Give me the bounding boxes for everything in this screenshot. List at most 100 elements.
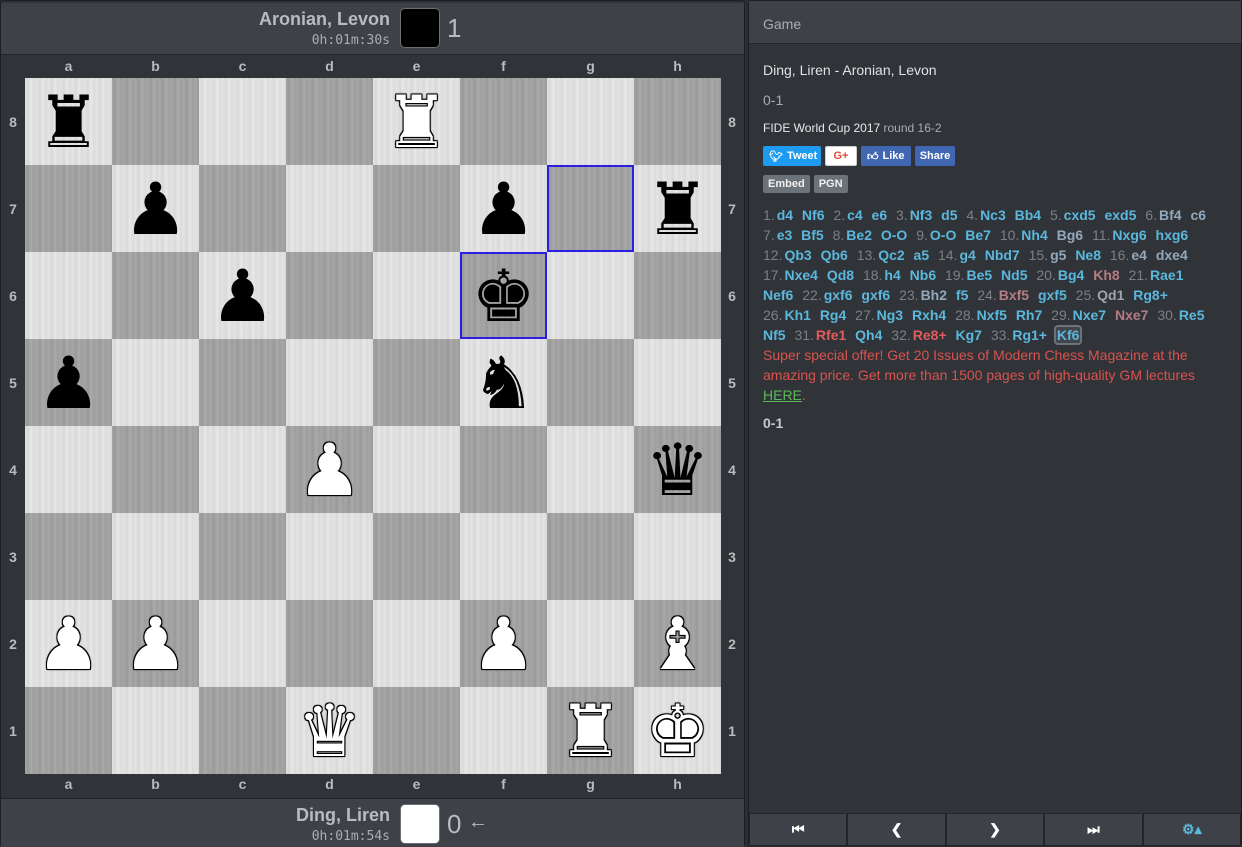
black-move[interactable]: Nxe7 — [1115, 307, 1148, 323]
white-pawn-icon[interactable]: ♟ — [471, 608, 536, 680]
white-move[interactable]: Rfe1 — [816, 327, 846, 343]
square-h3[interactable] — [634, 513, 721, 600]
white-move[interactable]: cxd5 — [1064, 207, 1096, 223]
white-move[interactable]: c4 — [847, 207, 863, 223]
square-d4[interactable]: ♟ — [286, 426, 373, 513]
square-f2[interactable]: ♟ — [460, 600, 547, 687]
white-move[interactable]: Nxe7 — [1073, 307, 1106, 323]
white-pawn-icon[interactable]: ♟ — [123, 608, 188, 680]
square-g2[interactable] — [547, 600, 634, 687]
black-rook-icon[interactable]: ♜ — [36, 86, 101, 158]
square-c6[interactable]: ♟ — [199, 252, 286, 339]
square-d2[interactable] — [286, 600, 373, 687]
square-b8[interactable] — [112, 78, 199, 165]
square-b7[interactable]: ♟ — [112, 165, 199, 252]
embed-button[interactable]: Embed — [763, 175, 810, 193]
prev-move-button[interactable]: ❮ — [847, 813, 946, 846]
square-b2[interactable]: ♟ — [112, 600, 199, 687]
black-move[interactable]: f5 — [956, 287, 968, 303]
white-move[interactable]: O-O — [930, 227, 956, 243]
tweet-button[interactable]: 🐦︎ Tweet — [763, 146, 821, 166]
white-rook-icon[interactable]: ♜ — [384, 86, 449, 158]
square-g5[interactable] — [547, 339, 634, 426]
black-move[interactable]: Qh4 — [855, 327, 882, 343]
square-a6[interactable] — [25, 252, 112, 339]
black-move[interactable]: Rg4 — [820, 307, 846, 323]
square-e8[interactable]: ♜ — [373, 78, 460, 165]
square-e3[interactable] — [373, 513, 460, 600]
black-move[interactable]: Kf6 — [1053, 325, 1083, 345]
square-c4[interactable] — [199, 426, 286, 513]
black-move[interactable]: gxf5 — [1038, 287, 1067, 303]
black-move[interactable]: Rh7 — [1016, 307, 1042, 323]
square-c2[interactable] — [199, 600, 286, 687]
square-c8[interactable] — [199, 78, 286, 165]
black-move[interactable]: Nb6 — [910, 267, 936, 283]
white-move[interactable]: Bxf5 — [999, 287, 1029, 303]
white-move[interactable]: Bf4 — [1159, 207, 1182, 223]
square-h5[interactable] — [634, 339, 721, 426]
square-g6[interactable] — [547, 252, 634, 339]
black-move[interactable]: Nd5 — [1001, 267, 1027, 283]
white-bishop-icon[interactable]: ♝ — [645, 608, 710, 680]
promo-link[interactable]: HERE — [763, 387, 802, 403]
square-a3[interactable] — [25, 513, 112, 600]
square-d6[interactable] — [286, 252, 373, 339]
black-move[interactable]: Ne8 — [1075, 247, 1101, 263]
white-move[interactable]: Kh1 — [784, 307, 810, 323]
black-king-icon[interactable]: ♚ — [471, 260, 536, 332]
square-a4[interactable] — [25, 426, 112, 513]
square-f1[interactable] — [460, 687, 547, 774]
square-g1[interactable]: ♜ — [547, 687, 634, 774]
google-plus-button[interactable]: G+ — [825, 146, 857, 166]
square-h8[interactable] — [634, 78, 721, 165]
white-move[interactable]: Nc3 — [980, 207, 1006, 223]
white-move[interactable]: Bh2 — [921, 287, 947, 303]
square-e7[interactable] — [373, 165, 460, 252]
white-move[interactable]: Nxg6 — [1112, 227, 1146, 243]
black-move[interactable]: c6 — [1190, 207, 1206, 223]
white-rook-icon[interactable]: ♜ — [558, 695, 623, 767]
square-a7[interactable] — [25, 165, 112, 252]
black-move[interactable]: Kg7 — [956, 327, 982, 343]
white-move[interactable]: Re8+ — [913, 327, 947, 343]
facebook-like-button[interactable]: 👍︎ Like — [861, 146, 911, 166]
square-d8[interactable] — [286, 78, 373, 165]
square-b6[interactable] — [112, 252, 199, 339]
square-h6[interactable] — [634, 252, 721, 339]
white-move[interactable]: Re5 — [1179, 307, 1205, 323]
black-move[interactable]: gxf6 — [861, 287, 890, 303]
black-rook-icon[interactable]: ♜ — [645, 173, 710, 245]
white-move[interactable]: Qd1 — [1097, 287, 1124, 303]
black-move[interactable]: d5 — [941, 207, 957, 223]
white-move[interactable]: Nh4 — [1021, 227, 1047, 243]
square-a1[interactable] — [25, 687, 112, 774]
black-move[interactable]: dxe4 — [1156, 247, 1188, 263]
square-f4[interactable] — [460, 426, 547, 513]
square-d5[interactable] — [286, 339, 373, 426]
square-g8[interactable] — [547, 78, 634, 165]
square-g4[interactable] — [547, 426, 634, 513]
square-h1[interactable]: ♚ — [634, 687, 721, 774]
white-queen-icon[interactable]: ♛ — [297, 695, 362, 767]
black-move[interactable]: Rg8+ — [1133, 287, 1168, 303]
white-move[interactable]: Ng3 — [877, 307, 903, 323]
white-move[interactable]: gxf6 — [824, 287, 853, 303]
black-move[interactable]: O-O — [881, 227, 907, 243]
square-d3[interactable] — [286, 513, 373, 600]
black-pawn-icon[interactable]: ♟ — [123, 173, 188, 245]
white-pawn-icon[interactable]: ♟ — [36, 608, 101, 680]
square-f8[interactable] — [460, 78, 547, 165]
settings-button[interactable]: ⚙▴ — [1142, 813, 1242, 846]
square-d7[interactable] — [286, 165, 373, 252]
chess-board[interactable]: ♜ ♜ ♟ ♟ ♜ ♟ ♚ ♟ ♞ ♟ ♛ ♟ ♟ ♟ ♝ ♛ ♜ ♚ — [25, 78, 721, 774]
white-move[interactable]: h4 — [884, 267, 900, 283]
square-f5[interactable]: ♞ — [460, 339, 547, 426]
black-queen-icon[interactable]: ♛ — [645, 434, 710, 506]
black-move[interactable]: a5 — [914, 247, 930, 263]
square-f6[interactable]: ♚ — [460, 252, 547, 339]
black-move[interactable]: Nbd7 — [985, 247, 1020, 263]
facebook-share-button[interactable]: Share — [915, 146, 955, 166]
white-move[interactable]: Rg1+ — [1012, 327, 1047, 343]
black-move[interactable]: Nef6 — [763, 287, 793, 303]
